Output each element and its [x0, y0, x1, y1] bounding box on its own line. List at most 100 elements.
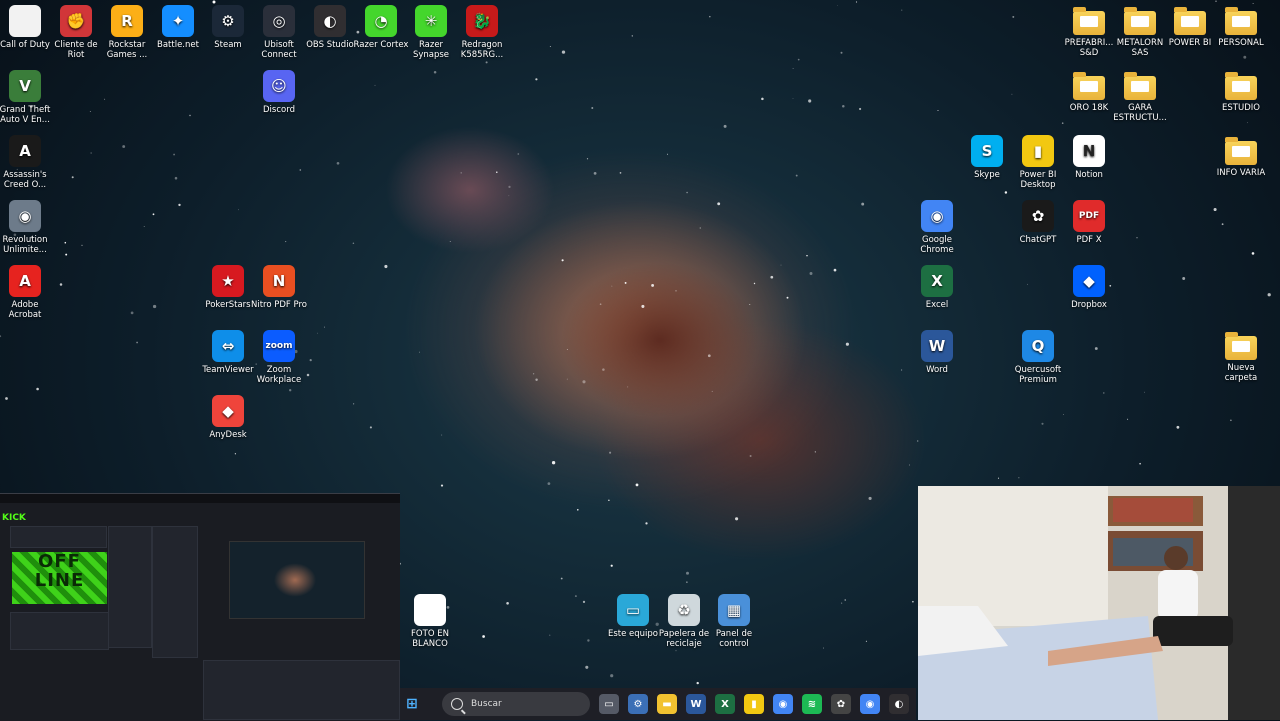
- word-icon[interactable]: W: [686, 694, 706, 714]
- folder-icon: [1124, 72, 1156, 100]
- excel-icon[interactable]: X: [715, 694, 735, 714]
- desktop-icon[interactable]: ◉ Google Chrome: [907, 200, 967, 255]
- recycle-bin-icon: ♻: [668, 594, 700, 626]
- desktop-icon-label: Dropbox: [1071, 300, 1107, 310]
- settings-icon[interactable]: ⚙: [628, 694, 648, 714]
- blank-image-icon: [414, 594, 446, 626]
- steam-icon: ⚙: [212, 5, 244, 37]
- webcam-overlay: [918, 486, 1280, 720]
- folder-icon: [1225, 72, 1257, 100]
- taskbar-search-box[interactable]: Buscar: [442, 692, 590, 716]
- desktop-icon[interactable]: ▦ Panel de control: [704, 594, 764, 649]
- desktop-icon[interactable]: ◆ AnyDesk: [198, 395, 258, 440]
- desktop-icon[interactable]: W Word: [907, 330, 967, 375]
- obs-preview-canvas[interactable]: [229, 541, 365, 619]
- adobe-acrobat-icon: A: [9, 265, 41, 297]
- desktop-icon-label: Excel: [925, 300, 949, 310]
- obs-panel-chat: [108, 526, 152, 648]
- nitro-pdf-icon: N: [263, 265, 295, 297]
- riot-client-icon: ✊: [60, 5, 92, 37]
- power-bi-icon[interactable]: ▮: [744, 694, 764, 714]
- desktop-icon-label: Word: [926, 365, 948, 375]
- task-view-icon[interactable]: ▭: [599, 694, 619, 714]
- desktop-icon[interactable]: GARA ESTRUCTU...: [1110, 70, 1170, 123]
- call-of-duty-icon: [9, 5, 41, 37]
- desktop-icon-label: Notion: [1075, 170, 1103, 180]
- kick-logo: KICK: [2, 513, 26, 523]
- desktop-icon[interactable]: N Nitro PDF Pro: [249, 265, 309, 310]
- chatgpt-icon[interactable]: ✿: [831, 694, 851, 714]
- desktop-icon-label: Nueva carpeta: [1224, 363, 1258, 383]
- desktop-icon[interactable]: ESTUDIO: [1211, 70, 1271, 113]
- rockstar-games-icon: R: [111, 5, 143, 37]
- redragon-icon: 🐉: [466, 5, 498, 37]
- desktop-icon-label: INFO VARIA: [1216, 168, 1266, 178]
- search-icon: [451, 698, 463, 710]
- discord-icon: ☺: [263, 70, 295, 102]
- desktop-icon[interactable]: ◉ Revolution Unlimite...: [0, 200, 55, 255]
- desktop-icon-label: PERSONAL: [1218, 38, 1264, 48]
- desktop-icon-label: AnyDesk: [209, 430, 247, 440]
- desktop-icon[interactable]: A Adobe Acrobat: [0, 265, 55, 320]
- folder-icon: [1225, 7, 1257, 35]
- desktop-icon-label: Discord: [263, 105, 295, 115]
- excel-icon: X: [921, 265, 953, 297]
- desktop-icon[interactable]: INFO VARIA: [1211, 135, 1271, 178]
- search-placeholder: Buscar: [471, 699, 502, 709]
- desktop-icon[interactable]: X Excel: [907, 265, 967, 310]
- desktop-icon-label: Zoom Workplace: [256, 365, 302, 385]
- desktop-icon[interactable]: V Grand Theft Auto V En...: [0, 70, 55, 125]
- obs-panel-info: [10, 612, 109, 650]
- desktop-icon[interactable]: Q Quercusoft Premium: [1008, 330, 1068, 385]
- chrome-icon[interactable]: ◉: [773, 694, 793, 714]
- desktop-icon-label: Panel de control: [715, 629, 753, 649]
- desktop-icon-label: FOTO EN BLANCO: [411, 629, 449, 649]
- chatgpt-icon: ✿: [1022, 200, 1054, 232]
- desktop-icon-label: ESTUDIO: [1222, 103, 1260, 113]
- desktop-icon[interactable]: N Notion: [1059, 135, 1119, 180]
- desktop-icon-label: Revolution Unlimite...: [2, 235, 48, 255]
- pdf-x-icon: PDF: [1073, 200, 1105, 232]
- desktop-icon-label: Adobe Acrobat: [8, 300, 42, 320]
- start-button[interactable]: ⊞: [402, 694, 422, 714]
- desktop-icon[interactable]: 🐉 Redragon K585RG...: [452, 5, 512, 60]
- desktop-icon-label: PDF X: [1076, 235, 1102, 245]
- chrome-icon: ◉: [921, 200, 953, 232]
- desktop-icon-label: Redragon K585RG...: [460, 40, 504, 60]
- file-explorer-icon[interactable]: ▬: [657, 694, 677, 714]
- spotify-icon[interactable]: ≋: [802, 694, 822, 714]
- dropbox-icon: ◆: [1073, 265, 1105, 297]
- obs-studio-icon: ◐: [314, 5, 346, 37]
- pokerstars-icon: ★: [212, 265, 244, 297]
- desktop-icon[interactable]: ☺ Discord: [249, 70, 309, 115]
- taskbar-apps: ▭ ⚙ ▬ W X ▮ ◉ ≋ ✿ ◉ ◐: [590, 694, 909, 714]
- obs-mixer-panel[interactable]: [203, 660, 400, 720]
- desktop-icon[interactable]: PERSONAL: [1211, 5, 1271, 48]
- chrome-profile-icon[interactable]: ◉: [860, 694, 880, 714]
- folder-icon: [1124, 7, 1156, 35]
- desktop-icon-label: Assassin's Creed O...: [3, 170, 47, 190]
- desktop-icon[interactable]: PDF PDF X: [1059, 200, 1119, 245]
- assassins-creed-icon: A: [9, 135, 41, 167]
- razer-synapse-icon: ✳: [415, 5, 447, 37]
- obs-panel-top: [10, 526, 107, 548]
- offline-banner: OFF LINE: [12, 552, 107, 604]
- notion-icon: N: [1073, 135, 1105, 167]
- revolution-unlimited-icon: ◉: [9, 200, 41, 232]
- this-pc-icon: ▭: [617, 594, 649, 626]
- obs-window[interactable]: KICK OFF LINE: [0, 493, 400, 721]
- word-icon: W: [921, 330, 953, 362]
- quercusoft-icon: Q: [1022, 330, 1054, 362]
- obs-titlebar[interactable]: [0, 494, 400, 503]
- desktop-icon[interactable]: FOTO EN BLANCO: [400, 594, 460, 649]
- desktop-icon[interactable]: Nueva carpeta: [1211, 330, 1271, 383]
- obs-studio-icon[interactable]: ◐: [889, 694, 909, 714]
- desktop-icon[interactable]: ◆ Dropbox: [1059, 265, 1119, 310]
- webcam-scene: [918, 486, 1280, 720]
- anydesk-icon: ◆: [212, 395, 244, 427]
- taskbar: ⊞ Buscar ▭ ⚙ ▬ W X ▮ ◉ ≋ ✿ ◉ ◐: [400, 688, 916, 720]
- desktop-icon[interactable]: zoom Zoom Workplace: [249, 330, 309, 385]
- desktop-icon[interactable]: A Assassin's Creed O...: [0, 135, 55, 190]
- folder-icon: [1073, 72, 1105, 100]
- razer-cortex-icon: ◔: [365, 5, 397, 37]
